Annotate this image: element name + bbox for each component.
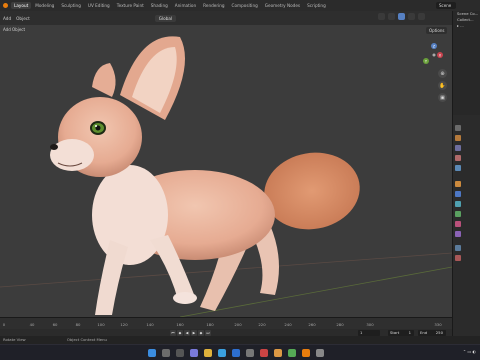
timeline[interactable]: 0 40 60 80 100 120 140 160 180 200 220 2…: [0, 317, 452, 336]
tool-tab-icon[interactable]: [455, 125, 461, 131]
texture-tab-icon[interactable]: [455, 245, 461, 251]
tab-uv-editing[interactable]: UV Editing: [85, 2, 113, 9]
scene-selector[interactable]: Scene: [436, 2, 456, 9]
outliner-panel: Scene Co... Collect... ▸ ...: [452, 11, 480, 115]
material-shading-icon[interactable]: [408, 13, 415, 20]
object-tab-icon[interactable]: [455, 181, 461, 187]
tab-shading[interactable]: Shading: [148, 2, 171, 9]
data-tab-icon[interactable]: [455, 231, 461, 237]
status-rotate-view: Rotate View: [3, 337, 26, 342]
start-icon[interactable]: [148, 349, 156, 357]
tick: 160: [176, 322, 184, 327]
system-tray[interactable]: ⌃ ▭ ◐: [463, 349, 476, 354]
file-explorer-icon[interactable]: [204, 349, 212, 357]
chrome-icon[interactable]: [274, 349, 282, 357]
end-label: End: [420, 330, 428, 335]
tab-sculpting[interactable]: Sculpting: [58, 2, 84, 9]
rendered-shading-icon[interactable]: [418, 13, 425, 20]
edge-icon[interactable]: [218, 349, 226, 357]
tick: 280: [336, 322, 344, 327]
eye-highlight: [95, 125, 97, 127]
left-ear: [92, 63, 116, 97]
tick: 80: [75, 322, 81, 327]
tick: 330: [434, 322, 442, 327]
properties-panel: [452, 115, 480, 344]
menu-object[interactable]: Object: [16, 16, 30, 21]
material-tab-icon[interactable]: [455, 221, 461, 227]
tab-geometry-nodes[interactable]: Geometry Nodes: [262, 2, 303, 9]
xray-icon[interactable]: [388, 13, 395, 20]
blender-window: Layout Modeling Sculpting UV Editing Tex…: [0, 0, 480, 344]
timeline-ruler[interactable]: 0 40 60 80 100 120 140 160 180 200 220 2…: [0, 318, 452, 329]
tick: 60: [52, 322, 58, 327]
constraint-tab-icon[interactable]: [455, 255, 461, 261]
app-icon[interactable]: [260, 349, 268, 357]
tab-animation[interactable]: Animation: [172, 2, 199, 9]
solid-shading-icon[interactable]: [398, 13, 405, 20]
taskbar: ⌃ ▭ ◐: [0, 344, 480, 360]
physics-tab-icon[interactable]: [455, 211, 461, 217]
tick: 140: [146, 322, 154, 327]
tick: 120: [120, 322, 128, 327]
tab-scripting[interactable]: Scripting: [304, 2, 329, 9]
tick: 180: [206, 322, 214, 327]
pan-hand-icon[interactable]: ✋: [438, 81, 447, 90]
status-bar: Rotate View Object Context Menu: [0, 336, 480, 344]
settings-icon[interactable]: [246, 349, 254, 357]
tick: 260: [308, 322, 316, 327]
menu-add[interactable]: Add: [3, 16, 11, 21]
search-icon[interactable]: [162, 349, 170, 357]
transform-orientation-dropdown[interactable]: Global: [154, 14, 177, 22]
3d-viewport[interactable]: Add Object Options Z X Y ⊕ ✋ ▣: [0, 25, 452, 317]
particles-tab-icon[interactable]: [455, 201, 461, 207]
tab-layout[interactable]: Layout: [11, 2, 32, 9]
blender-logo-icon[interactable]: [3, 3, 8, 8]
tick: 300: [366, 322, 374, 327]
tick: 220: [258, 322, 266, 327]
output-tab-icon[interactable]: [455, 145, 461, 151]
camera-view-icon[interactable]: ▣: [438, 93, 447, 102]
tick: 40: [29, 322, 35, 327]
front-paw: [173, 292, 197, 304]
tick: 240: [284, 322, 292, 327]
render-tab-icon[interactable]: [455, 135, 461, 141]
tab-modeling[interactable]: Modeling: [32, 2, 57, 9]
tick: 200: [234, 322, 242, 327]
status-context-menu: Object Context Menu: [66, 337, 107, 342]
store-icon[interactable]: [232, 349, 240, 357]
app3-icon[interactable]: [316, 349, 324, 357]
tail: [264, 152, 360, 230]
widgets-icon[interactable]: [190, 349, 198, 357]
scene-tab-icon[interactable]: [455, 155, 461, 161]
modifier-tab-icon[interactable]: [455, 191, 461, 197]
overlay-icon[interactable]: [378, 13, 385, 20]
app2-icon[interactable]: [288, 349, 296, 357]
tab-texture-paint[interactable]: Texture Paint: [114, 2, 147, 9]
navigation-gizmo[interactable]: Z X Y: [418, 41, 446, 85]
tab-compositing[interactable]: Compositing: [229, 2, 261, 9]
start-label: Start: [390, 330, 400, 335]
fennec-fox-model[interactable]: [0, 25, 452, 317]
workspace-bar: Layout Modeling Sculpting UV Editing Tex…: [0, 0, 480, 11]
zoom-icon[interactable]: ⊕: [438, 69, 447, 78]
tab-rendering[interactable]: Rendering: [200, 2, 227, 9]
outliner-item[interactable]: ▸ ...: [453, 23, 480, 29]
task-view-icon[interactable]: [176, 349, 184, 357]
nose: [50, 144, 58, 150]
tick: 100: [97, 322, 105, 327]
blender-taskbar-icon[interactable]: [302, 349, 310, 357]
world-tab-icon[interactable]: [455, 165, 461, 171]
tick: 0: [2, 322, 6, 327]
